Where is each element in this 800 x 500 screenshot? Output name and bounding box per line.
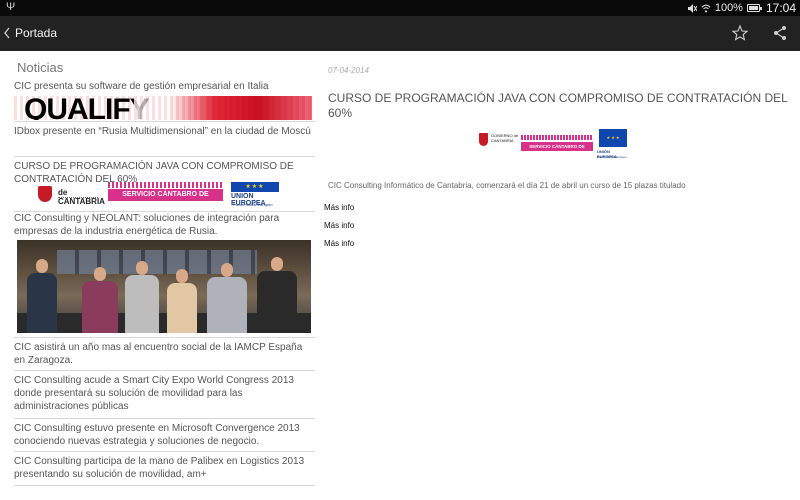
news-item[interactable]: CIC presenta su software de gestión empr… xyxy=(14,80,315,122)
news-item[interactable]: CIC Consulting participa de la mano de P… xyxy=(14,455,315,486)
news-item-thumbnail: de CANTABRIA SERVICIO CÁNTABRO DE EMPLEO… xyxy=(38,182,308,210)
news-item[interactable]: CIC asistirá un año mas al encuentro soc… xyxy=(14,341,315,371)
eu-logo: ★★★ UNIÓN EUROPEA Fondo Social Europeo xyxy=(231,182,279,210)
news-item-photo xyxy=(17,240,311,333)
eu-logo: ★ ★ ★ UNIÓN EUROPEA Fondo Social Europeo xyxy=(597,129,629,163)
cantabria-crest-icon xyxy=(479,133,488,146)
news-item[interactable]: CURSO DE PROGRAMACIÓN JAVA CON COMPROMIS… xyxy=(14,160,315,212)
eu-flag-icon: ★★★ xyxy=(231,182,279,192)
news-item[interactable]: CIC Consulting estuvo presente en Micros… xyxy=(14,422,315,452)
news-item[interactable]: CIC Consulting acude a Smart City Expo W… xyxy=(14,374,315,419)
detail-logos: GOBIERNO de CANTABRIA SERVICIO CÁNTABRO … xyxy=(479,129,629,163)
section-title: Noticias xyxy=(17,60,64,75)
empleo-logo-text: SERVICIO CÁNTABRO DE EMPLEO xyxy=(108,189,223,210)
battery-icon xyxy=(746,4,762,12)
share-icon[interactable] xyxy=(771,24,789,42)
news-item-title: CIC Consulting participa de la mano de P… xyxy=(14,456,305,480)
news-item-title: CIC presenta su software de gestión empr… xyxy=(14,81,269,92)
news-item-title: CIC asistirá un año mas al encuentro soc… xyxy=(14,342,303,366)
usb-icon: Ψ xyxy=(6,1,16,13)
wifi-icon xyxy=(701,4,711,12)
gobierno-cantabria-logo: GOBIERNO de CANTABRIA xyxy=(479,131,519,161)
news-item-title: CIC Consulting y NEOLANT: soluciones de … xyxy=(14,213,280,237)
eu-logo-subtext: Fondo Social Europeo xyxy=(597,155,627,159)
news-item-title: IDbox presente en “Rusia Multidimensiona… xyxy=(14,126,311,137)
star-icon[interactable] xyxy=(731,24,749,42)
battery-percent: 100% xyxy=(714,2,743,14)
cantabria-crest-icon xyxy=(38,186,52,202)
news-item-title: CIC Consulting estuvo presente en Micros… xyxy=(14,423,300,447)
news-item-title: CIC Consulting acude a Smart City Expo W… xyxy=(14,375,294,412)
empleo-logo-text: SERVICIO CÁNTABRO DE EMPLEO xyxy=(521,142,593,158)
status-bar: Ψ 100% 17:04 xyxy=(0,0,800,16)
cantabria-logo: de CANTABRIA xyxy=(38,182,105,210)
gobierno-logo-text: GOBIERNO de CANTABRIA xyxy=(491,133,519,143)
news-detail-pane: 07-04-2014 CURSO DE PROGRAMACIÓN JAVA CO… xyxy=(322,51,800,500)
status-icons: 100% 17:04 xyxy=(687,1,796,15)
detail-body: CIC Consulting Informático de Cantabria,… xyxy=(328,181,686,190)
chevron-left-icon[interactable] xyxy=(2,24,12,42)
detail-headline: CURSO DE PROGRAMACIÓN JAVA CON COMPROMIS… xyxy=(328,91,788,120)
news-item-thumbnail: QUALIFY xyxy=(14,96,312,120)
eu-flag-icon: ★ ★ ★ xyxy=(599,129,627,147)
empleo-logo: SERVICIO CÁNTABRO DE EMPLEO xyxy=(521,135,593,158)
news-list-pane: Noticias CIC presenta su software de ges… xyxy=(0,51,322,500)
more-info-link[interactable]: Más info xyxy=(324,203,354,212)
news-item[interactable]: CIC Consulting y NEOLANT: soluciones de … xyxy=(14,212,315,338)
clock: 17:04 xyxy=(765,1,796,15)
more-info-link[interactable]: Más info xyxy=(324,221,354,230)
more-info-link[interactable]: Más info xyxy=(324,239,354,248)
detail-date: 07-04-2014 xyxy=(328,66,369,75)
news-item[interactable]: IDbox presente en “Rusia Multidimensiona… xyxy=(14,125,315,157)
empleo-logo: SERVICIO CÁNTABRO DE EMPLEO xyxy=(108,182,223,210)
page-title[interactable]: Portada xyxy=(15,26,57,40)
action-bar: Portada xyxy=(0,16,800,51)
mute-icon xyxy=(687,3,697,13)
eu-logo-subtext: Fondo Social Europeo xyxy=(233,202,273,207)
